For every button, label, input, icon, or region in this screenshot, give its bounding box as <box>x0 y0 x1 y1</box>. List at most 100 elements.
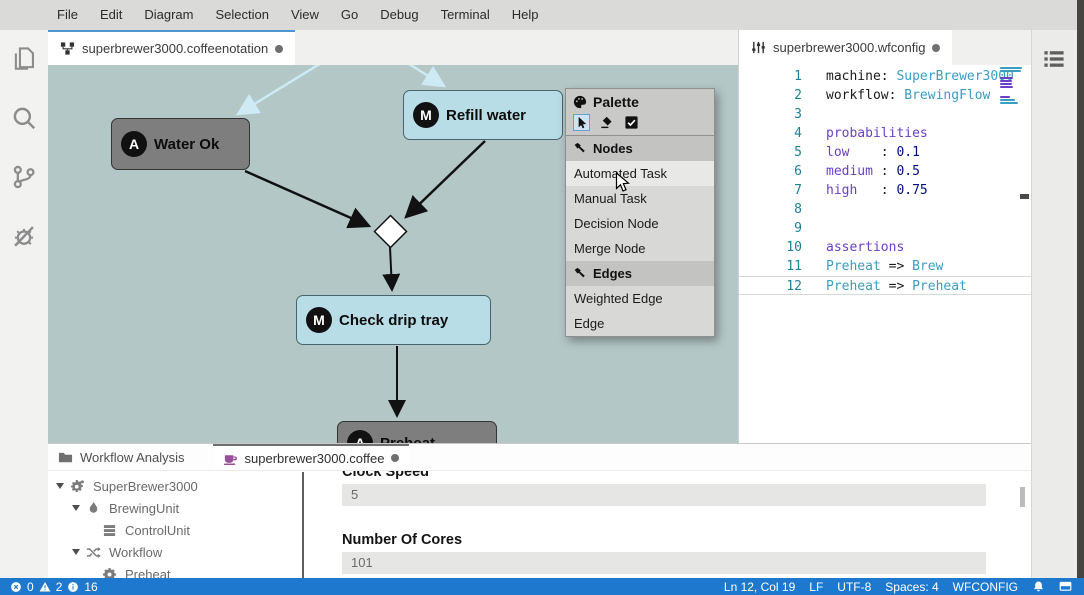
node-preheat[interactable]: A Preheat <box>337 421 497 443</box>
tree-item-label: ControlUnit <box>125 522 191 538</box>
palette-group-nodes[interactable]: Nodes <box>566 136 714 161</box>
expand-caret[interactable] <box>72 505 80 511</box>
minimap-line <box>1000 86 1013 89</box>
window-edge <box>1077 0 1084 578</box>
sliders-icon <box>751 40 766 55</box>
palette-item-edge[interactable]: Edge <box>566 311 714 336</box>
code-line[interactable]: 6 medium : 0.5 <box>739 162 1031 181</box>
tree-item-controlunit[interactable]: ControlUnit <box>48 519 302 541</box>
source-control-icon[interactable] <box>11 164 37 190</box>
feedback-icon[interactable] <box>1059 580 1072 593</box>
graph-icon <box>60 41 75 56</box>
palette-item-weighted-edge[interactable]: Weighted Edge <box>566 286 714 311</box>
dirty-indicator[interactable] <box>391 454 400 462</box>
code-line[interactable]: 11 Preheat => Brew <box>739 257 1031 276</box>
palette-group-label: Nodes <box>593 141 633 156</box>
diagram-canvas[interactable]: A Water Ok M Refill water M Check drip t… <box>48 65 738 443</box>
node-refill-water[interactable]: M Refill water <box>403 90 563 140</box>
palette-icon <box>573 95 587 109</box>
tree-item-brewingunit[interactable]: BrewingUnit <box>48 497 302 519</box>
encoding-indicator[interactable]: UTF-8 <box>837 580 871 594</box>
code-text: Preheat => Brew <box>826 259 944 274</box>
cursor-position[interactable]: Ln 12, Col 19 <box>724 580 795 594</box>
indentation-indicator[interactable]: Spaces: 4 <box>885 580 938 594</box>
code-editor[interactable]: 1 machine: SuperBrewer3000 2 workflow: Brew… <box>738 65 1031 443</box>
search-icon[interactable] <box>11 105 37 131</box>
menu-item-file[interactable]: File <box>46 0 89 30</box>
tab-coffee-file[interactable]: superbrewer3000.coffee <box>212 444 410 470</box>
automated-task-badge: A <box>121 131 147 157</box>
model-tree: SuperBrewer3000 BrewingUnit ControlUnit Wor… <box>48 475 302 579</box>
validation-tool[interactable] <box>623 114 640 131</box>
menu-item-selection[interactable]: Selection <box>204 0 279 30</box>
dirty-indicator[interactable] <box>932 43 941 52</box>
code-line[interactable]: 12 Preheat => Preheat <box>739 276 1031 295</box>
tab-label: Workflow Analysis <box>80 449 185 465</box>
minimap-line <box>1000 95 1010 98</box>
selection-tool[interactable] <box>573 114 590 131</box>
palette-item-decision-node[interactable]: Decision Node <box>566 211 714 236</box>
decision-node[interactable] <box>373 214 408 249</box>
tab-coffeenotation[interactable]: superbrewer3000.coffeenotation <box>48 30 296 65</box>
code-text: machine: SuperBrewer3000 <box>826 69 1014 84</box>
code-line[interactable]: 8 <box>739 200 1031 219</box>
minimap[interactable] <box>1000 67 1024 105</box>
tab-wfconfig[interactable]: superbrewer3000.wfconfig <box>739 30 953 65</box>
palette-body: Nodes Automated Task Manual Task Decision N… <box>566 136 714 336</box>
server-icon <box>102 523 117 538</box>
expand-caret[interactable] <box>56 483 64 489</box>
outline-icon[interactable] <box>1042 47 1066 71</box>
menu-item-go[interactable]: Go <box>330 0 369 30</box>
language-indicator[interactable]: WFCONFIG <box>953 580 1018 594</box>
node-label: Check drip tray <box>339 311 449 329</box>
code-line[interactable]: 7 high : 0.75 <box>739 181 1031 200</box>
problems-summary[interactable]: 0 2 16 <box>10 580 98 594</box>
code-text: Preheat => Preheat <box>826 279 967 294</box>
menu-item-help[interactable]: Help <box>501 0 550 30</box>
code-line[interactable]: 3 <box>739 105 1031 124</box>
tree-item-superbrewer3000[interactable]: SuperBrewer3000 <box>48 475 302 497</box>
eol-indicator[interactable]: LF <box>809 580 823 594</box>
automated-task-badge: A <box>347 430 373 443</box>
tab-workflow-analysis[interactable]: Workflow Analysis <box>48 444 195 470</box>
files-icon[interactable] <box>11 46 37 72</box>
code-line[interactable]: 2 workflow: BrewingFlow <box>739 86 1031 105</box>
palette-item-manual-task[interactable]: Manual Task <box>566 186 714 211</box>
node-water-ok[interactable]: A Water Ok <box>111 118 250 170</box>
menu-item-view[interactable]: View <box>280 0 330 30</box>
code-text: probabilities <box>826 126 928 141</box>
code-line[interactable]: 9 <box>739 219 1031 238</box>
scrollbar-thumb[interactable] <box>1020 487 1025 507</box>
warning-icon <box>39 581 51 593</box>
coffee-cup-icon <box>223 451 238 466</box>
debug-icon[interactable] <box>11 223 37 249</box>
code-line[interactable]: 10 assertions <box>739 238 1031 257</box>
dirty-indicator[interactable] <box>275 44 284 53</box>
menu-item-debug[interactable]: Debug <box>369 0 429 30</box>
menu-item-edit[interactable]: Edit <box>89 0 133 30</box>
expand-caret[interactable] <box>72 549 80 555</box>
marquee-tool[interactable] <box>598 114 615 131</box>
menu-item-diagram[interactable]: Diagram <box>133 0 204 30</box>
shuffle-icon <box>86 545 101 560</box>
minimap-line <box>1000 76 1013 79</box>
menu-item-terminal[interactable]: Terminal <box>430 0 501 30</box>
code-line[interactable]: 1 machine: SuperBrewer3000 <box>739 67 1031 86</box>
line-number: 3 <box>794 107 802 122</box>
bell-icon[interactable] <box>1032 580 1045 593</box>
tree-item-preheat[interactable]: Preheat <box>48 563 302 579</box>
tree-item-workflow[interactable]: Workflow <box>48 541 302 563</box>
palette-group-edges[interactable]: Edges <box>566 261 714 286</box>
palette-item-automated-task[interactable]: Automated Task <box>566 161 714 186</box>
palette-item-merge-node[interactable]: Merge Node <box>566 236 714 261</box>
number-of-cores-input[interactable]: 101 <box>342 552 986 574</box>
tree-item-label: SuperBrewer3000 <box>93 478 198 494</box>
line-number: 2 <box>794 88 802 103</box>
clock-speed-input[interactable]: 5 <box>342 484 986 506</box>
code-text: assertions <box>826 240 905 255</box>
line-number: 7 <box>794 183 802 198</box>
code-line[interactable]: 4 probabilities <box>739 124 1031 143</box>
node-check-drip-tray[interactable]: M Check drip tray <box>296 295 491 345</box>
code-line[interactable]: 5 low : 0.1 <box>739 143 1031 162</box>
line-number: 5 <box>794 145 802 160</box>
